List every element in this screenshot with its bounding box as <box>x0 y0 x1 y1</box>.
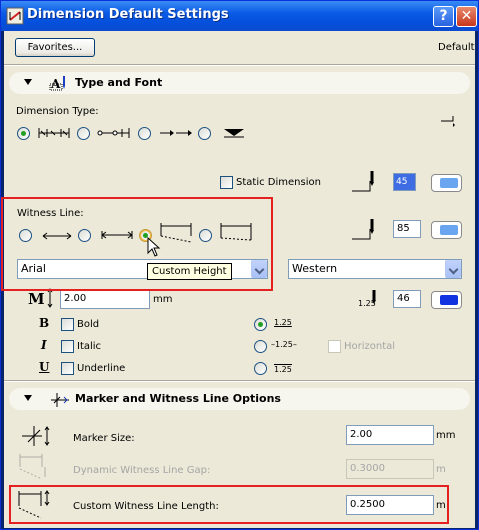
marker-size-label: Marker Size: <box>73 433 135 444</box>
bold-label: Bold <box>77 319 100 330</box>
title-bar[interactable]: Dimension Default Settings ? ✕ <box>1 1 478 31</box>
dot-dimension-icon <box>97 128 130 138</box>
dimension-type-radio-dotted[interactable] <box>77 127 90 140</box>
text-position-radio-center[interactable] <box>254 340 267 353</box>
pen-color-swatch-1[interactable] <box>431 174 462 192</box>
pen-color-swatch-2[interactable] <box>431 221 462 239</box>
dimension-type-radio-level[interactable] <box>198 127 211 140</box>
marker-size-unit: mm <box>436 430 456 441</box>
pen-color-swatch-3[interactable] <box>431 291 462 309</box>
text-position-below-label: 1.25 <box>274 364 292 374</box>
section-type-and-font[interactable]: A Type and Font <box>9 72 470 94</box>
section-title: Marker and Witness Line Options <box>75 392 281 405</box>
section-title: Type and Font <box>75 76 163 89</box>
linear-dimension-icon <box>38 128 70 138</box>
witness-gap-label: Dynamic Witness Line Gap: <box>73 465 211 476</box>
static-dimension-checkbox[interactable] <box>220 176 233 189</box>
italic-label: Italic <box>77 341 102 352</box>
horizontal-label: Horizontal <box>344 341 396 352</box>
horizontal-checkbox[interactable] <box>328 340 341 353</box>
underline-checkbox[interactable] <box>61 362 74 375</box>
text-position-center-label: –1.25– <box>271 340 297 349</box>
bold-checkbox[interactable] <box>61 318 74 331</box>
static-dimension-label: Static Dimension <box>236 177 321 188</box>
bold-icon: B <box>39 316 50 330</box>
witness-gap-icon <box>19 454 46 480</box>
default-label: Default <box>438 42 475 53</box>
marker-size-field[interactable]: 2.00 <box>346 425 434 445</box>
favorites-button[interactable]: Favorites... <box>15 38 95 57</box>
underline-icon: U <box>39 360 50 374</box>
type-font-icon: A <box>49 76 65 91</box>
divider <box>4 381 475 382</box>
pen-line-icon <box>352 219 374 240</box>
custom-length-highlight <box>9 485 449 524</box>
dialog-body: Favorites... Default A Type and Font Dim… <box>1 31 475 528</box>
pen-number-field-2[interactable]: 85 <box>393 220 421 238</box>
script-dropdown-value: Western <box>292 262 338 275</box>
dimension-type-label: Dimension Type: <box>16 106 99 117</box>
dimension-tool-icon <box>6 7 24 25</box>
witness-gap-unit: m <box>436 464 446 475</box>
text-size-unit: mm <box>153 294 173 305</box>
pen-line-icon <box>352 171 374 192</box>
window-title: Dimension Default Settings <box>27 7 229 22</box>
divider <box>4 65 475 66</box>
arrow-dimension-icon <box>160 130 192 136</box>
pen-number-field-1[interactable]: 45 <box>393 173 416 191</box>
section-marker-witness[interactable]: Marker and Witness Line Options <box>9 388 470 410</box>
svg-text:M: M <box>28 290 45 308</box>
pen-number-field-3[interactable]: 46 <box>393 290 421 308</box>
witness-line-highlight <box>1 197 273 291</box>
arrow-pointer-icon <box>441 116 455 127</box>
svg-text:A: A <box>50 77 61 91</box>
witness-gap-field[interactable]: 0.3000 <box>346 459 434 479</box>
collapse-arrow-icon[interactable] <box>24 395 32 401</box>
italic-checkbox[interactable] <box>61 340 74 353</box>
text-position-radio-above[interactable] <box>254 318 267 331</box>
marker-size-icon <box>22 426 50 446</box>
text-position-above-label: 1.25 <box>274 318 292 327</box>
level-dimension-icon <box>224 129 244 138</box>
dimension-type-radio-linear[interactable] <box>17 127 30 140</box>
collapse-arrow-icon[interactable] <box>24 79 32 85</box>
marker-icon <box>51 393 69 407</box>
script-dropdown[interactable]: Western <box>288 259 462 279</box>
dialog-window: Dimension Default Settings ? ✕ Favorites… <box>0 0 479 530</box>
chevron-down-icon[interactable] <box>445 260 461 278</box>
text-size-field[interactable]: 2.00 <box>60 289 150 309</box>
dimension-type-radio-arrow[interactable] <box>138 127 151 140</box>
underline-label: Underline <box>77 363 126 374</box>
italic-icon: I <box>41 338 47 352</box>
close-button[interactable]: ✕ <box>456 6 477 27</box>
text-pen-label: 1.25 <box>358 299 376 308</box>
text-size-icon: M <box>28 288 53 308</box>
text-position-radio-below[interactable] <box>254 362 267 375</box>
help-button[interactable]: ? <box>433 6 454 27</box>
